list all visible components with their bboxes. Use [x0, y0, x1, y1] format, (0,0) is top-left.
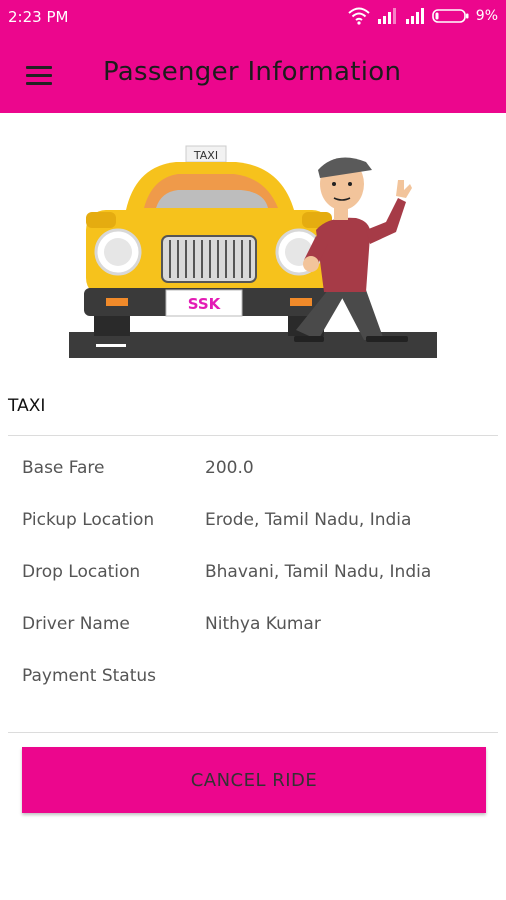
divider-top: [8, 435, 498, 436]
battery-icon: [431, 9, 469, 23]
vehicle-type: TAXI: [8, 396, 46, 416]
signal-icon-2: [405, 8, 424, 24]
divider-bottom: [8, 732, 498, 733]
detail-row-driver-name: Driver Name Nithya Kumar: [22, 614, 492, 644]
detail-row-pickup-location: Pickup Location Erode, Tamil Nadu, India: [22, 510, 492, 540]
detail-row-base-fare: Base Fare 200.0: [22, 458, 492, 488]
battery-percentage: 9%: [475, 8, 498, 24]
detail-label: Pickup Location: [22, 510, 155, 530]
hamburger-menu-icon[interactable]: [22, 60, 56, 90]
detail-value: 200.0: [205, 458, 254, 478]
taxi-illustration: TAXI SSK: [69, 145, 437, 358]
detail-value: Nithya Kumar: [205, 614, 321, 634]
cancel-ride-button[interactable]: CANCEL RIDE: [22, 747, 486, 813]
page-title: Passenger Information: [103, 57, 402, 87]
signal-icon-1: [377, 8, 396, 24]
detail-value: Erode, Tamil Nadu, India: [205, 510, 412, 530]
detail-label: Payment Status: [22, 666, 156, 686]
status-bar: 2:23 PM 9%: [0, 0, 506, 34]
license-plate-text: SSK: [188, 295, 222, 313]
wifi-icon: [348, 7, 370, 25]
detail-row-payment-status: Payment Status: [22, 666, 492, 696]
detail-label: Driver Name: [22, 614, 130, 634]
status-time: 2:23 PM: [8, 8, 69, 26]
status-icons: 9%: [348, 7, 498, 25]
detail-label: Drop Location: [22, 562, 141, 582]
detail-label: Base Fare: [22, 458, 105, 478]
app-bar: 2:23 PM 9% Passenger Information: [0, 0, 506, 113]
detail-value: Bhavani, Tamil Nadu, India: [205, 562, 432, 582]
detail-row-drop-location: Drop Location Bhavani, Tamil Nadu, India: [22, 562, 492, 592]
roof-sign-text: TAXI: [193, 149, 218, 162]
